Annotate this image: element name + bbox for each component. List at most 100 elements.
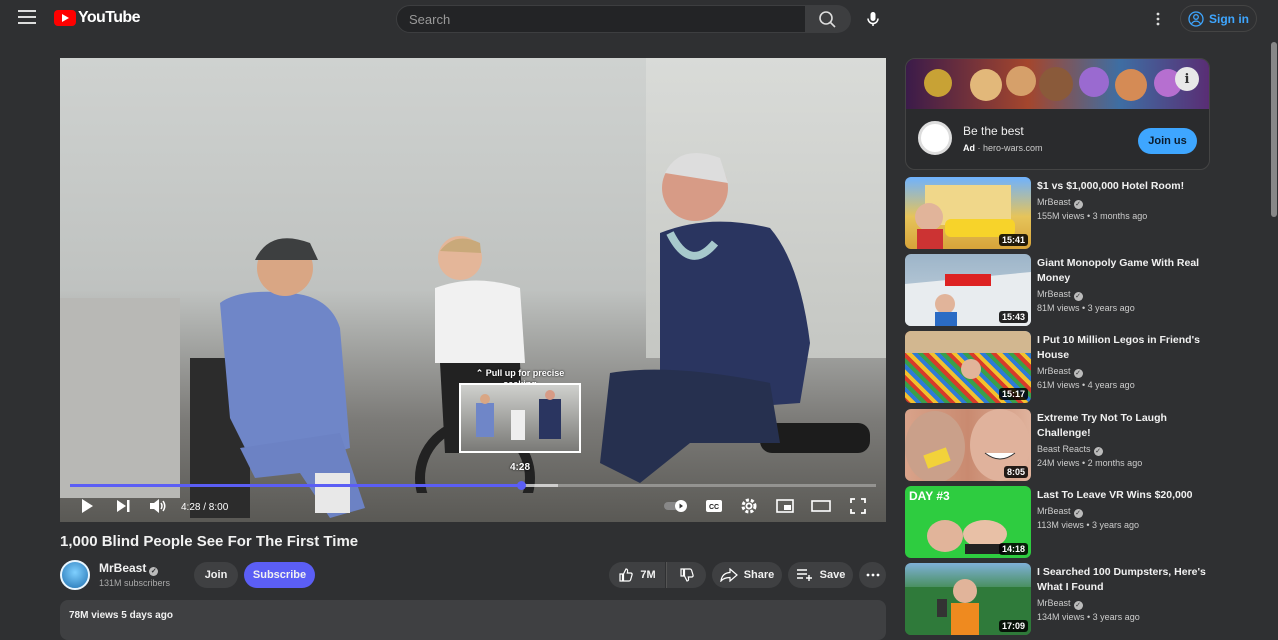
recommendation-channel-row[interactable]: MrBeast ✓ <box>1037 598 1083 610</box>
hamburger-menu-icon[interactable] <box>18 10 36 26</box>
settings-menu-button[interactable] <box>1150 10 1166 28</box>
recommendation-meta: 61M views • 4 years ago <box>1037 380 1135 390</box>
mute-button[interactable] <box>146 494 170 518</box>
recommendation-title[interactable]: I Put 10 Million Legos in Friend's House <box>1037 333 1207 363</box>
recommendation-title[interactable]: Extreme Try Not To Laugh Challenge! <box>1037 411 1207 441</box>
video-thumbnail[interactable]: 17:09 <box>905 563 1031 635</box>
video-person-right <box>600 153 870 483</box>
progress-bar[interactable] <box>70 481 876 490</box>
more-vert-icon <box>1156 12 1160 26</box>
channel-name-row[interactable]: MrBeast ✓ <box>99 561 159 576</box>
recommendation-title[interactable]: $1 vs $1,000,000 Hotel Room! <box>1037 179 1207 194</box>
settings-button[interactable] <box>737 494 761 518</box>
microphone-icon <box>867 12 879 26</box>
verified-icon: ✓ <box>1073 509 1083 518</box>
fullscreen-button[interactable] <box>846 494 870 518</box>
volume-icon <box>150 499 166 513</box>
search-input[interactable] <box>397 6 805 32</box>
recommendation-channel-row[interactable]: MrBeast ✓ <box>1037 366 1083 378</box>
share-icon <box>719 568 738 582</box>
description-box[interactable]: 78M views 5 days ago <box>60 600 886 640</box>
recommendation-channel-row[interactable]: Beast Reacts ✓ <box>1037 444 1103 456</box>
autoplay-toggle[interactable] <box>662 494 690 518</box>
youtube-play-icon <box>54 10 76 26</box>
video-duration: 14:18 <box>998 543 1028 555</box>
recommendation-channel[interactable]: MrBeast <box>1037 506 1071 516</box>
voice-search-button[interactable] <box>860 6 886 32</box>
scrub-preview-thumbnail <box>459 383 581 453</box>
closed-captions-icon: CC <box>706 500 722 512</box>
like-count: 7M <box>640 569 656 581</box>
recommendation-meta: 113M views • 3 years ago <box>1037 520 1140 530</box>
share-button[interactable]: Share <box>712 562 782 588</box>
channel-name[interactable]: MrBeast <box>99 561 146 575</box>
logo-text: YouTube <box>78 9 140 26</box>
subtitles-button[interactable]: CC <box>702 494 726 518</box>
video-thumbnail[interactable]: 8:05 <box>905 409 1031 481</box>
recommendation-item[interactable]: 8:05 Extreme Try Not To Laugh Challenge!… <box>905 409 1225 481</box>
recommendation-channel[interactable]: Beast Reacts <box>1037 444 1091 454</box>
miniplayer-button[interactable] <box>773 494 797 518</box>
recommendation-title[interactable]: Last To Leave VR Wins $20,000 <box>1037 488 1207 503</box>
video-duration: 17:09 <box>998 620 1028 632</box>
recommendation-title[interactable]: Giant Monopoly Game With Real Money <box>1037 256 1207 286</box>
video-cabinet <box>60 298 180 498</box>
recommendation-channel-row[interactable]: MrBeast ✓ <box>1037 506 1083 518</box>
play-button[interactable] <box>76 494 98 518</box>
recommendation-channel[interactable]: MrBeast <box>1037 197 1071 207</box>
recommendation-channel-row[interactable]: MrBeast ✓ <box>1037 289 1083 301</box>
skip-next-icon <box>117 500 130 512</box>
more-actions-button[interactable] <box>859 562 886 588</box>
fullscreen-icon <box>850 498 866 514</box>
video-thumbnail[interactable]: 15:41 <box>905 177 1031 249</box>
recommendation-item[interactable]: 15:41 $1 vs $1,000,000 Hotel Room! MrBea… <box>905 177 1225 249</box>
next-button[interactable] <box>112 494 134 518</box>
video-title: 1,000 Blind People See For The First Tim… <box>60 533 359 550</box>
ad-title[interactable]: Be the best <box>963 124 1024 138</box>
recommendation-channel[interactable]: MrBeast <box>1037 289 1071 299</box>
recommendation-channel[interactable]: MrBeast <box>1037 366 1071 376</box>
search-box <box>396 5 806 33</box>
like-button[interactable]: 7M <box>609 562 665 588</box>
autoplay-toggle-icon <box>664 500 687 512</box>
recommendation-meta: 134M views • 3 years ago <box>1037 612 1140 622</box>
dislike-button[interactable] <box>666 562 706 588</box>
ad-banner-image[interactable] <box>906 59 1209 109</box>
recommendation-channel-row[interactable]: MrBeast ✓ <box>1037 197 1083 209</box>
ad-cta-button[interactable]: Join us <box>1138 128 1197 154</box>
recommendation-channel[interactable]: MrBeast <box>1037 598 1071 608</box>
verified-icon: ✓ <box>1073 200 1083 209</box>
preview-scene <box>476 390 561 440</box>
recommendation-meta: 155M views • 3 months ago <box>1037 211 1148 221</box>
verified-icon: ✓ <box>1073 601 1083 610</box>
verified-icon: ✓ <box>1093 447 1103 456</box>
video-thumbnail[interactable]: 15:43 <box>905 254 1031 326</box>
account-icon <box>1188 10 1204 27</box>
save-button[interactable]: Save <box>788 562 853 588</box>
video-thumbnail[interactable]: DAY #3 14:18 <box>905 486 1031 558</box>
recommendation-item[interactable]: 17:09 I Searched 100 Dumpsters, Here's W… <box>905 563 1225 635</box>
save-label: Save <box>819 569 846 581</box>
advertiser-logo[interactable] <box>918 121 952 155</box>
more-horiz-icon <box>866 573 879 577</box>
sign-in-label: Sign in <box>1209 11 1249 26</box>
channel-avatar[interactable] <box>60 560 90 590</box>
recommendation-item[interactable]: DAY #3 14:18 Last To Leave VR Wins $20,0… <box>905 486 1225 558</box>
ad-card[interactable]: i Be the best Ad · hero-wars.com Join us <box>905 58 1210 170</box>
scrollbar-thumb[interactable] <box>1271 42 1277 217</box>
verified-icon: ✓ <box>1073 292 1083 301</box>
page-scrollbar[interactable] <box>1270 40 1278 625</box>
recommendation-title[interactable]: I Searched 100 Dumpsters, Here's What I … <box>1037 565 1207 595</box>
search-button[interactable] <box>805 5 851 33</box>
video-player[interactable]: ⌃ Pull up for precise seeking 4:28 4:28 … <box>60 58 886 522</box>
sign-in-button[interactable]: Sign in <box>1180 5 1257 32</box>
recommendation-item[interactable]: 15:43 Giant Monopoly Game With Real Mone… <box>905 254 1225 326</box>
video-thumbnail[interactable]: 15:17 <box>905 331 1031 403</box>
join-button[interactable]: Join <box>194 562 238 588</box>
played-bar <box>70 484 522 487</box>
theater-mode-button[interactable] <box>809 494 833 518</box>
recommendation-item[interactable]: 15:17 I Put 10 Million Legos in Friend's… <box>905 331 1225 403</box>
ad-info-icon[interactable]: i <box>1175 67 1199 91</box>
subscribe-button[interactable]: Subscribe <box>244 562 315 588</box>
youtube-logo[interactable]: YouTube <box>54 9 140 27</box>
